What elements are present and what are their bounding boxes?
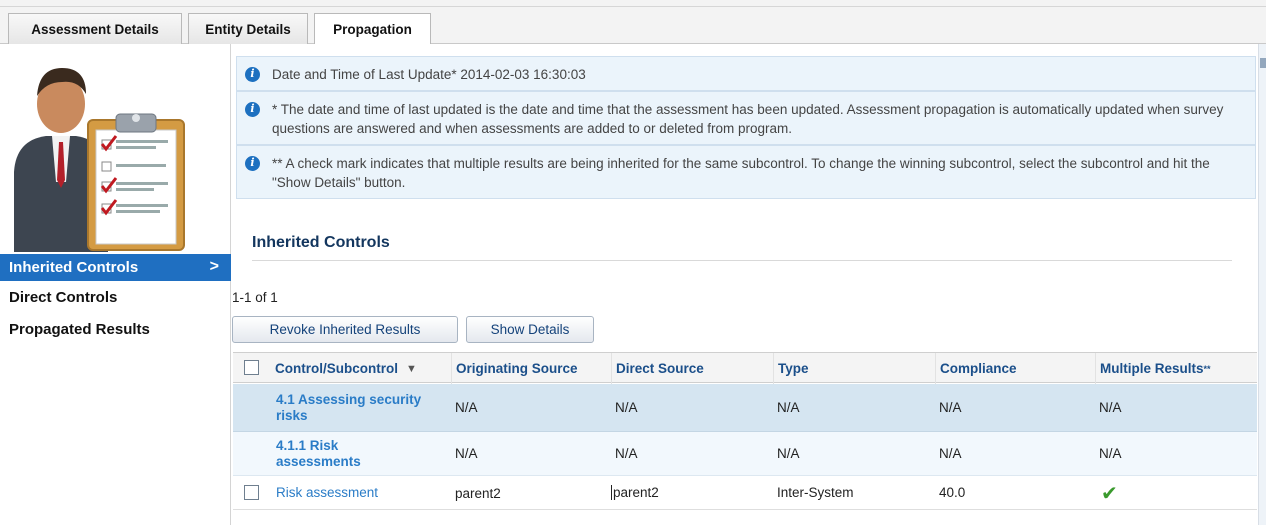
sidebar-item-label: Direct Controls [9, 289, 118, 306]
column-header-type-label: Type [778, 361, 809, 376]
control-link[interactable]: 4.1.1 Risk assessments [276, 438, 406, 470]
column-header-multiple-results-label: Multiple Results [1100, 361, 1204, 376]
control-link[interactable]: Risk assessment [276, 485, 378, 500]
table-row[interactable]: 4.1.1 Risk assessments N/A N/A N/A N/A N… [233, 432, 1257, 476]
direct-source-text: parent2 [613, 485, 659, 500]
tab-propagation[interactable]: Propagation [314, 13, 431, 45]
multiple-results-footnote-marker: ** [1203, 363, 1211, 374]
column-header-control[interactable]: Control/Subcontrol ▼ [271, 353, 451, 384]
tab-bar: Assessment Details Entity Details Propag… [0, 0, 1266, 45]
direct-source-cell: parent2 [611, 485, 659, 500]
table-header-row: Control/Subcontrol ▼ Originating Source … [233, 352, 1257, 384]
multiple-results-cell: N/A [1099, 446, 1122, 461]
column-header-direct-source[interactable]: Direct Source [611, 353, 773, 384]
tab-entity-details-label: Entity Details [205, 21, 291, 37]
type-cell: Inter-System [777, 485, 854, 500]
table-row[interactable]: Risk assessment parent2 parent2 Inter-Sy… [233, 476, 1257, 510]
column-header-type[interactable]: Type [773, 353, 935, 384]
table-row[interactable]: 4.1 Assessing security risks N/A N/A N/A… [233, 384, 1257, 432]
sidebar-item-label: Propagated Results [9, 321, 150, 338]
column-header-control-label: Control/Subcontrol [275, 361, 398, 376]
info-icon: i [245, 156, 260, 171]
info-icon: i [245, 67, 260, 82]
column-header-compliance[interactable]: Compliance [935, 353, 1095, 384]
section-title: Inherited Controls [252, 234, 390, 251]
info-icon: i [245, 102, 260, 117]
type-cell: N/A [777, 400, 800, 415]
tab-propagation-label: Propagation [333, 22, 412, 37]
main-panel: i Date and Time of Last Update* 2014-02-… [232, 44, 1258, 525]
info-note-checkmark: i ** A check mark indicates that multipl… [236, 145, 1256, 199]
sidebar-item-inherited-controls[interactable]: Inherited Controls > [0, 254, 231, 281]
control-link[interactable]: 4.1 Assessing security risks [276, 392, 446, 424]
chevron-right-icon: > [209, 258, 219, 275]
section-divider [252, 260, 1232, 261]
last-update-text: Date and Time of Last Update* 2014-02-03… [272, 67, 586, 82]
revoke-inherited-results-button[interactable]: Revoke Inherited Results [232, 316, 458, 343]
checkmark-icon: ✔ [1101, 483, 1118, 505]
text-cursor [611, 485, 612, 500]
sidebar: Inherited Controls > Direct Controls Pro… [0, 44, 231, 525]
originating-source-cell: parent2 [455, 486, 501, 501]
originating-source-cell: N/A [455, 400, 478, 415]
vertical-scrollbar[interactable] [1258, 44, 1266, 525]
tab-assessment-details[interactable]: Assessment Details [8, 13, 182, 44]
note-updated-text: * The date and time of last updated is t… [272, 102, 1224, 136]
column-header-compliance-label: Compliance [940, 361, 1017, 376]
tab-bar-top-line [0, 6, 1266, 7]
compliance-cell: N/A [939, 400, 962, 415]
sidebar-item-propagated-results[interactable]: Propagated Results [0, 316, 231, 343]
column-header-originating-source-label: Originating Source [456, 361, 578, 376]
show-details-button-label: Show Details [490, 322, 570, 337]
column-header-multiple-results[interactable]: Multiple Results ** [1095, 353, 1257, 384]
info-note-updated: i * The date and time of last updated is… [236, 91, 1256, 145]
direct-source-cell: N/A [615, 400, 638, 415]
sort-descending-icon: ▼ [405, 362, 417, 375]
column-header-originating-source[interactable]: Originating Source [451, 353, 611, 384]
scroll-up-arrow-icon[interactable] [1260, 58, 1266, 68]
select-all-checkbox[interactable] [244, 360, 259, 375]
column-header-direct-source-label: Direct Source [616, 361, 704, 376]
row-checkbox[interactable] [244, 485, 259, 500]
assessor-clipboard-icon [14, 68, 185, 252]
type-cell: N/A [777, 446, 800, 461]
compliance-cell: N/A [939, 446, 962, 461]
originating-source-cell: N/A [455, 446, 478, 461]
tab-entity-details[interactable]: Entity Details [188, 13, 308, 44]
revoke-button-label: Revoke Inherited Results [269, 322, 421, 337]
sidebar-item-direct-controls[interactable]: Direct Controls [0, 284, 231, 311]
show-details-button[interactable]: Show Details [466, 316, 594, 343]
multiple-results-cell: N/A [1099, 400, 1122, 415]
tab-assessment-details-label: Assessment Details [31, 21, 159, 37]
note-checkmark-text: ** A check mark indicates that multiple … [272, 156, 1210, 190]
info-last-update: i Date and Time of Last Update* 2014-02-… [236, 56, 1256, 91]
compliance-cell: 40.0 [939, 485, 966, 500]
record-count: 1-1 of 1 [232, 290, 278, 305]
direct-source-cell: N/A [615, 446, 638, 461]
sidebar-item-label: Inherited Controls [9, 259, 139, 276]
